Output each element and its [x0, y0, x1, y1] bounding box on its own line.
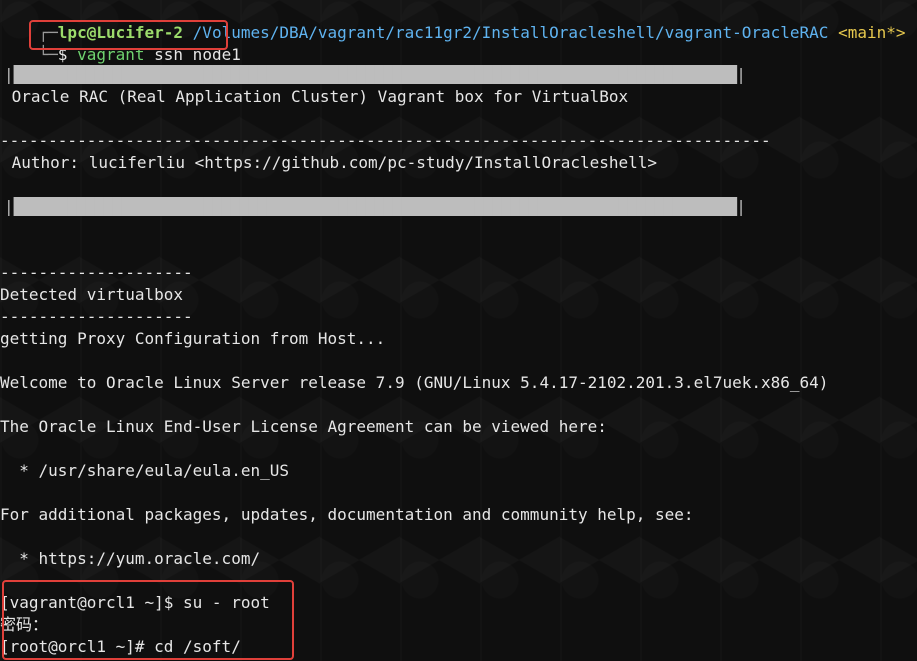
prompt-path: /Volumes/DBA/vagrant/rac11gr2/InstallOra… [192, 23, 829, 42]
banner-hash-fill-bottom: ████████████████████████████████████████… [13, 197, 737, 216]
banner-dash-row: ----------------------------------------… [0, 131, 771, 150]
prompt-dollar: $ [57, 45, 68, 64]
command-args: ssh node1 [144, 45, 241, 64]
yum-url: * https://yum.oracle.com/ [0, 549, 261, 568]
banner-title: Oracle RAC (Real Application Cluster) Va… [2, 87, 629, 106]
eula-intro: The Oracle Linux End-User License Agreem… [0, 417, 607, 436]
banner-top-hash-row: |███████████████████████████████████████… [4, 65, 746, 84]
terminal-window[interactable]: ┌─lpc@Lucifer-2 /Volumes/DBA/vagrant/rac… [0, 0, 917, 661]
banner-author: Author: luciferliu <https://github.com/p… [2, 153, 658, 172]
additional-help: For additional packages, updates, docume… [0, 505, 694, 524]
command-line: └─$ vagrant ssh node1 [0, 22, 241, 64]
banner-hash-fill: ████████████████████████████████████████… [13, 65, 737, 84]
command-program: vagrant [77, 45, 145, 64]
cd-command-line: [root@orcl1 ~]# cd /soft/ [0, 637, 241, 656]
shell-prompt-header: ┌─lpc@Lucifer-2 /Volumes/DBA/vagrant/rac… [0, 0, 906, 42]
eula-path: * /usr/share/eula/eula.en_US [0, 461, 289, 480]
separator-bottom: -------------------- [0, 307, 193, 326]
detected-provider: Detected virtualbox [0, 285, 184, 304]
banner-bottom-hash-row: |███████████████████████████████████████… [4, 197, 746, 216]
proxy-status: getting Proxy Configuration from Host... [0, 329, 386, 348]
password-prompt: 密码： [0, 615, 49, 634]
prompt-git-branch: <main*> [838, 23, 906, 42]
welcome-message: Welcome to Oracle Linux Server release 7… [0, 373, 829, 392]
separator-top: -------------------- [0, 263, 193, 282]
prompt-box-corner-bottom: └─ [38, 45, 58, 64]
su-command-line: [vagrant@orcl1 ~]$ su - root [0, 593, 270, 612]
